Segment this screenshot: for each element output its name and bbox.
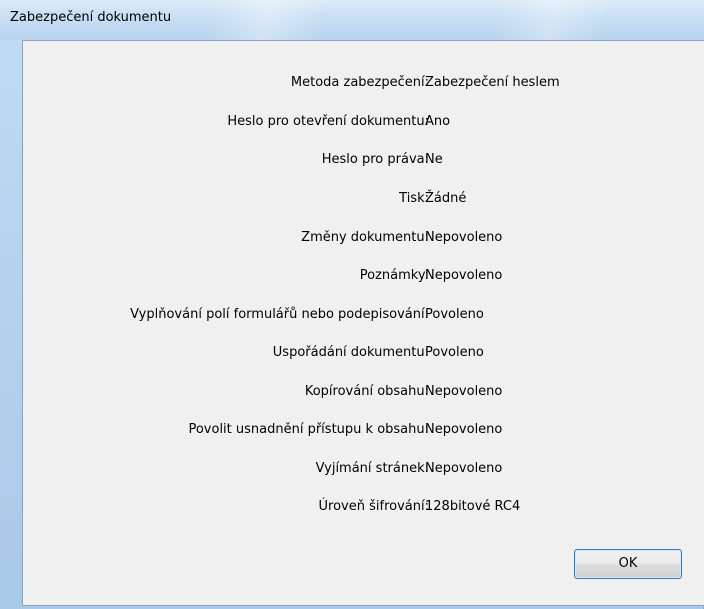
dialog-content: Metoda zabezpečení: Zabezpečení heslem H… [22, 40, 704, 606]
property-row-content-copying: Kopírování obsahu: Nepovoleno [23, 384, 683, 406]
property-label: Kopírování obsahu: [304, 384, 429, 399]
ok-button[interactable]: OK [574, 549, 682, 579]
property-label: Heslo pro práva: [321, 152, 429, 167]
property-value: Ne [425, 152, 443, 167]
property-label: Vyplňování polí formulářů nebo podepisov… [130, 307, 429, 322]
property-row-content-accessibility: Povolit usnadnění přístupu k obsahu: Nep… [23, 422, 683, 444]
property-value: Zabezpečení heslem [425, 75, 560, 90]
property-value: Povoleno [425, 345, 484, 360]
property-row-document-changes: Změny dokumentu: Nepovoleno [23, 230, 683, 252]
ok-button-label: OK [618, 556, 638, 571]
dialog-title: Zabezpečení dokumentu [10, 10, 172, 25]
property-row-security-method: Metoda zabezpečení: Zabezpečení heslem [23, 75, 683, 97]
property-row-printing: Tisk: Žádné [23, 191, 683, 213]
property-value: Žádné [425, 191, 467, 206]
property-value: Ano [425, 114, 451, 129]
property-label: Změny dokumentu: [301, 230, 429, 245]
property-value: Povoleno [425, 307, 484, 322]
property-row-form-filling-signing: Vyplňování polí formulářů nebo podepisov… [23, 307, 683, 329]
property-value: Nepovoleno [425, 230, 503, 245]
property-label: Uspořádání dokumentu: [272, 345, 429, 360]
property-row-page-extraction: Vyjímání stránek: Nepovoleno [23, 461, 683, 483]
property-label: Heslo pro otevření dokumentu: [227, 114, 429, 129]
property-value: Nepovoleno [425, 422, 503, 437]
property-value: Nepovoleno [425, 461, 503, 476]
property-label: Úroveň šifrování: [318, 499, 429, 514]
property-row-encryption-level: Úroveň šifrování: 128bitové RC4 [23, 499, 683, 521]
property-label: Poznámky: [359, 268, 429, 283]
document-security-dialog: Zabezpečení dokumentu Metoda zabezpečení… [0, 0, 704, 609]
property-value: 128bitové RC4 [425, 499, 521, 514]
property-label: Metoda zabezpečení: [290, 75, 429, 90]
property-row-permissions-password: Heslo pro práva: Ne [23, 152, 683, 174]
property-label: Povolit usnadnění přístupu k obsahu: [188, 422, 429, 437]
property-row-document-assembly: Uspořádání dokumentu: Povoleno [23, 345, 683, 367]
property-value: Nepovoleno [425, 384, 503, 399]
dialog-title-bar[interactable]: Zabezpečení dokumentu [0, 0, 704, 40]
property-value: Nepovoleno [425, 268, 503, 283]
property-label: Vyjímání stránek: [315, 461, 429, 476]
property-row-open-password: Heslo pro otevření dokumentu: Ano [23, 114, 683, 136]
property-row-comments: Poznámky: Nepovoleno [23, 268, 683, 290]
